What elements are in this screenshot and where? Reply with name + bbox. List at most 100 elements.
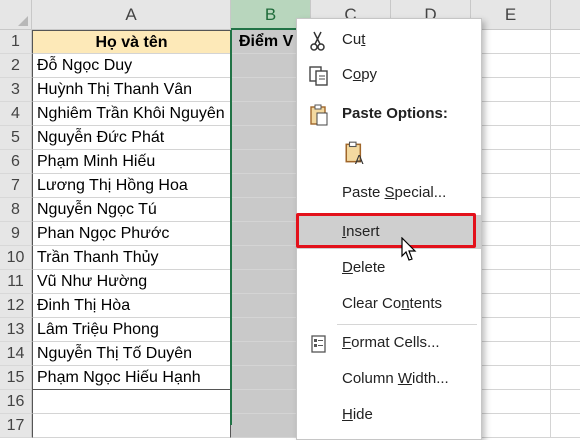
empty-cell[interactable]: [471, 222, 551, 246]
menu-label-copy: Copy: [342, 66, 378, 83]
empty-cell[interactable]: [551, 126, 580, 150]
column-header-e[interactable]: E: [471, 0, 551, 30]
empty-cell[interactable]: [471, 342, 551, 366]
name-cell[interactable]: Nguyễn Thị Tố Duyên: [32, 342, 231, 366]
empty-cell[interactable]: [551, 30, 580, 54]
name-cell[interactable]: Huỳnh Thị Thanh Vân: [32, 78, 231, 102]
empty-cell[interactable]: [471, 198, 551, 222]
row-header-6[interactable]: 6: [0, 150, 32, 174]
empty-cell[interactable]: [471, 414, 551, 438]
row-header-1[interactable]: 1: [0, 30, 32, 54]
name-cell[interactable]: Phạm Ngọc Hiếu Hạnh: [32, 366, 231, 390]
menu-item-cut[interactable]: Cut: [297, 23, 481, 57]
menu-item-hide[interactable]: Hide: [297, 398, 481, 432]
name-cell[interactable]: Nguyễn Đức Phát: [32, 126, 231, 150]
copy-icon: [309, 66, 328, 86]
row-header-13[interactable]: 13: [0, 318, 32, 342]
format-cells-icon: [311, 335, 326, 353]
menu-label-hide: Hide: [342, 406, 373, 423]
empty-cell[interactable]: [551, 246, 580, 270]
name-cell[interactable]: Phan Ngọc Phước: [32, 222, 231, 246]
scissors-icon: [310, 31, 325, 51]
empty-cell[interactable]: [551, 78, 580, 102]
empty-cell[interactable]: [471, 318, 551, 342]
row-header-4[interactable]: 4: [0, 102, 32, 126]
name-cell[interactable]: Lâm Triệu Phong: [32, 318, 231, 342]
name-cell[interactable]: Nguyễn Ngọc Tú: [32, 198, 231, 222]
menu-label-column-width: Column Width...: [342, 370, 449, 387]
empty-cell[interactable]: [551, 318, 580, 342]
row-header-11[interactable]: 11: [0, 270, 32, 294]
row-header-16[interactable]: 16: [0, 390, 32, 414]
empty-cell[interactable]: [471, 126, 551, 150]
empty-cell[interactable]: [551, 222, 580, 246]
row-header-12[interactable]: 12: [0, 294, 32, 318]
menu-label-cut: Cut: [342, 31, 366, 48]
empty-cell[interactable]: [471, 54, 551, 78]
name-cell[interactable]: Phạm Minh Hiếu: [32, 150, 231, 174]
row-header-2[interactable]: 2: [0, 54, 32, 78]
mouse-cursor-icon: [401, 237, 417, 261]
menu-label-paste-options: Paste Options:: [342, 105, 448, 122]
empty-cell[interactable]: [32, 414, 231, 438]
menu-item-column-width[interactable]: Column Width...: [297, 362, 481, 396]
menu-label-clear-contents: Clear Contents: [342, 295, 443, 312]
paste-values-icon: A: [345, 141, 364, 166]
menu-item-copy[interactable]: Copy: [297, 58, 481, 92]
menu-separator: [337, 324, 477, 325]
row-header-15[interactable]: 15: [0, 366, 32, 390]
empty-cell[interactable]: [471, 390, 551, 414]
menu-item-clear-contents[interactable]: Clear Contents: [297, 287, 481, 321]
empty-cell[interactable]: [551, 294, 580, 318]
menu-item-format-cells[interactable]: Format Cells...: [297, 326, 481, 360]
menu-item-paste-special[interactable]: Paste Special...: [297, 176, 481, 210]
menu-item-paste-options: Paste Options:: [297, 97, 481, 131]
menu-item-paste-values[interactable]: A: [297, 136, 481, 170]
empty-cell[interactable]: [551, 102, 580, 126]
name-cell[interactable]: Trần Thanh Thủy: [32, 246, 231, 270]
empty-cell[interactable]: [551, 150, 580, 174]
empty-cell[interactable]: [551, 390, 580, 414]
name-cell[interactable]: Lương Thị Hồng Hoa: [32, 174, 231, 198]
empty-cell[interactable]: [471, 78, 551, 102]
row-header-9[interactable]: 9: [0, 222, 32, 246]
empty-cell[interactable]: [471, 294, 551, 318]
paste-icon: [310, 104, 328, 126]
row-header-17[interactable]: 17: [0, 414, 32, 438]
insert-highlight-box: [296, 213, 476, 248]
empty-cell[interactable]: [551, 270, 580, 294]
name-cell[interactable]: Vũ Như Hường: [32, 270, 231, 294]
row-header-8[interactable]: 8: [0, 198, 32, 222]
column-header-f[interactable]: [551, 0, 580, 30]
empty-cell[interactable]: [471, 246, 551, 270]
empty-cell[interactable]: [551, 174, 580, 198]
name-cell[interactable]: Nghiêm Trần Khôi Nguyên: [32, 102, 231, 126]
empty-cell[interactable]: [471, 150, 551, 174]
empty-cell[interactable]: [471, 102, 551, 126]
name-cell[interactable]: Đinh Thị Hòa: [32, 294, 231, 318]
empty-cell[interactable]: [551, 414, 580, 438]
row-header-7[interactable]: 7: [0, 174, 32, 198]
menu-label-paste-special: Paste Special...: [342, 184, 447, 201]
menu-label-format-cells: Format Cells...: [342, 334, 440, 351]
row-header-14[interactable]: 14: [0, 342, 32, 366]
row-header-5[interactable]: 5: [0, 126, 32, 150]
row-header-10[interactable]: 10: [0, 246, 32, 270]
empty-cell[interactable]: [471, 366, 551, 390]
name-cell[interactable]: Đỗ Ngọc Duy: [32, 54, 231, 78]
empty-cell[interactable]: [551, 198, 580, 222]
empty-cell[interactable]: [471, 30, 551, 54]
menu-item-delete[interactable]: Delete: [297, 251, 481, 285]
empty-cell[interactable]: [471, 270, 551, 294]
empty-cell[interactable]: [32, 390, 231, 414]
select-all-corner[interactable]: [0, 0, 32, 30]
column-header-a[interactable]: A: [32, 0, 231, 30]
empty-cell[interactable]: [551, 366, 580, 390]
row-header-3[interactable]: 3: [0, 78, 32, 102]
svg-text:A: A: [355, 152, 364, 166]
empty-cell[interactable]: [551, 54, 580, 78]
empty-cell[interactable]: [471, 174, 551, 198]
menu-label-delete: Delete: [342, 259, 386, 276]
header-cell-name[interactable]: Họ và tên: [32, 30, 231, 54]
empty-cell[interactable]: [551, 342, 580, 366]
